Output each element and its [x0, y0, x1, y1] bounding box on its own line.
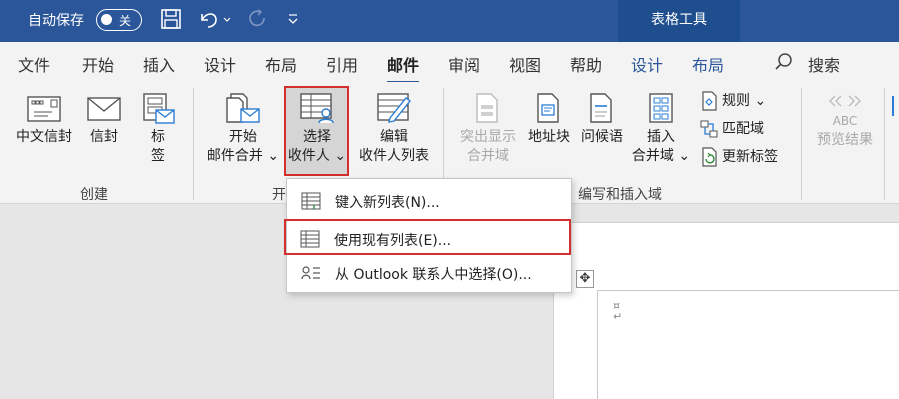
highlight-merge-fields-line1: 突出显示 — [460, 129, 516, 145]
autosave-state: 关 — [119, 14, 132, 28]
undo-icon[interactable] — [198, 8, 231, 32]
greeting-line-button[interactable]: 问候语 — [576, 92, 628, 147]
match-fields-label: 匹配域 — [722, 121, 764, 137]
labels-label-line2: 签 — [151, 148, 165, 164]
finish-merge-icon[interactable] — [892, 96, 899, 116]
contacts-icon — [301, 266, 320, 280]
address-block-button[interactable]: 地址块 — [524, 92, 574, 147]
menu-item-type-new-list[interactable]: 键入新列表(N)... — [287, 183, 571, 219]
select-recipients-icon — [300, 93, 334, 124]
search-label[interactable]: 搜索 — [808, 52, 840, 76]
envelope-icon — [87, 97, 121, 121]
rules-label: 规则 ⌄ — [722, 93, 767, 109]
menu-item-use-existing-list-label: 使用现有列表(E)... — [334, 233, 452, 249]
start-mail-merge-icon — [226, 93, 260, 123]
start-mail-merge-line2: 邮件合并 ⌄ — [206, 148, 280, 164]
edit-recipient-list-button[interactable]: 编辑 收件人列表 — [354, 92, 434, 166]
address-block-label: 地址块 — [528, 129, 570, 145]
tab-insert[interactable]: 插入 — [143, 52, 175, 76]
edit-recipient-list-line1: 编辑 — [380, 129, 408, 145]
insert-merge-field-line1: 插入 — [647, 129, 675, 145]
select-recipients-button[interactable]: 选择 收件人 ⌄ — [286, 92, 348, 166]
document-page[interactable] — [553, 222, 899, 399]
save-icon[interactable] — [160, 8, 184, 32]
search-icon[interactable] — [774, 52, 794, 72]
match-fields-button[interactable]: 匹配域 — [700, 118, 764, 139]
menu-item-type-new-list-label: 键入新列表(N)... — [335, 195, 440, 211]
preview-results-label: 预览结果 — [817, 132, 873, 148]
new-list-icon — [301, 192, 321, 210]
preview-results-button[interactable]: ABC 预览结果 — [812, 94, 878, 150]
autosave-toggle[interactable]: 关 — [96, 9, 142, 31]
highlight-merge-fields-icon — [476, 93, 498, 123]
table-move-handle-icon[interactable]: ✥ — [576, 270, 594, 288]
edit-recipient-list-icon — [377, 93, 411, 123]
start-mail-merge-button[interactable]: 开始 邮件合并 ⌄ — [206, 92, 280, 166]
redo-icon — [246, 8, 270, 32]
tab-table-design[interactable]: 设计 — [631, 52, 663, 76]
chinese-envelope-label: 中文信封 — [16, 129, 72, 145]
group-separator — [801, 88, 802, 200]
labels-label-line1: 标 — [151, 129, 165, 145]
rules-icon — [702, 91, 717, 111]
insert-merge-field-icon — [649, 93, 673, 123]
select-recipients-menu: 键入新列表(N)... 使用现有列表(E)... 从 Outlook 联系人中选… — [284, 178, 572, 293]
preview-abc-text: ABC — [832, 114, 858, 128]
tab-table-layout[interactable]: 布局 — [692, 52, 724, 76]
tab-view[interactable]: 视图 — [509, 52, 541, 76]
menu-item-outlook-contacts[interactable]: 从 Outlook 联系人中选择(O)... — [287, 255, 571, 291]
preview-arrows-icon — [829, 95, 861, 107]
tab-review[interactable]: 审阅 — [448, 52, 480, 76]
tab-design[interactable]: 设计 — [204, 52, 236, 76]
end-of-cell-mark: ¤ ↵ — [613, 299, 623, 323]
labels-icon — [143, 93, 175, 124]
group-separator — [193, 88, 194, 200]
envelopes-label: 信封 — [90, 129, 118, 145]
table-border-top — [597, 290, 899, 291]
greeting-line-icon — [590, 93, 612, 123]
table-tools-label: 表格工具 — [618, 0, 740, 42]
ribbon-tabs: 文件 开始 插入 设计 布局 引用 邮件 审阅 视图 帮助 设计 布局 — [0, 42, 899, 84]
highlight-merge-fields-line2: 合并域 — [467, 148, 509, 164]
group-start-merge-label: 开 — [272, 187, 286, 203]
match-fields-icon — [700, 120, 718, 138]
group-separator — [884, 88, 885, 200]
edit-recipient-list-line2: 收件人列表 — [359, 148, 429, 164]
highlight-merge-fields-button[interactable]: 突出显示 合并域 — [454, 92, 522, 166]
insert-merge-field-button[interactable]: 插入 合并域 ⌄ — [630, 92, 692, 166]
select-recipients-line2: 收件人 ⌄ — [287, 148, 347, 164]
select-recipients-line1: 选择 — [303, 129, 331, 145]
table-border-left — [597, 290, 598, 399]
tab-mailings[interactable]: 邮件 — [387, 52, 420, 84]
customize-toolbar-icon[interactable] — [286, 12, 310, 36]
update-labels-label: 更新标签 — [722, 149, 778, 165]
tab-help[interactable]: 帮助 — [570, 52, 602, 76]
tab-references[interactable]: 引用 — [326, 52, 358, 76]
autosave-label: 自动保存 — [28, 13, 84, 29]
group-create-label: 创建 — [80, 187, 108, 203]
existing-list-icon — [300, 230, 320, 248]
address-block-icon — [537, 93, 559, 123]
labels-button[interactable]: 标 签 — [136, 92, 180, 166]
start-mail-merge-line1: 开始 — [229, 129, 257, 145]
envelopes-button[interactable]: 信封 — [82, 94, 126, 147]
update-labels-button[interactable]: 更新标签 — [700, 146, 778, 167]
tab-layout[interactable]: 布局 — [265, 52, 297, 76]
toggle-knob — [101, 14, 112, 25]
menu-item-use-existing-list[interactable]: 使用现有列表(E)... — [284, 219, 571, 255]
tab-home[interactable]: 开始 — [82, 52, 114, 76]
group-write-insert-label: 编写和插入域 — [578, 187, 662, 203]
chinese-envelope-icon — [27, 96, 61, 122]
rules-button[interactable]: 规则 ⌄ — [700, 90, 766, 111]
update-labels-icon — [702, 147, 717, 167]
tab-file[interactable]: 文件 — [18, 52, 50, 76]
greeting-line-label: 问候语 — [581, 129, 623, 145]
menu-item-outlook-contacts-label: 从 Outlook 联系人中选择(O)... — [335, 267, 532, 283]
title-bar: 自动保存 关 表格工具 — [0, 0, 899, 42]
insert-merge-field-line2: 合并域 ⌄ — [631, 148, 691, 164]
chinese-envelope-button[interactable]: 中文信封 — [12, 94, 76, 147]
